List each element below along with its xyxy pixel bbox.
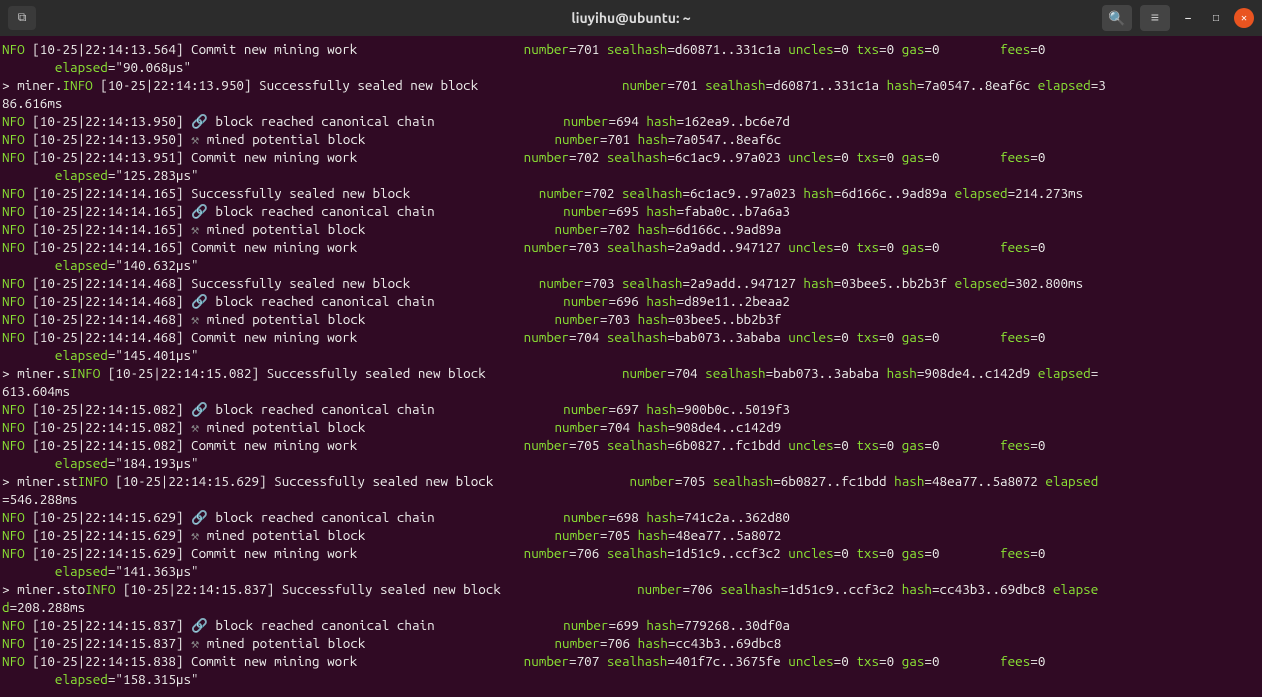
chain-icon: 🔗 <box>191 617 208 633</box>
new-tab-icon: ⧉ <box>18 11 27 25</box>
log-level: NFO <box>2 329 25 345</box>
hammer-icon: ⚒ <box>191 527 199 543</box>
search-button[interactable]: 🔍 <box>1102 5 1132 31</box>
search-icon: 🔍 <box>1108 10 1125 27</box>
close-button[interactable]: ✕ <box>1234 8 1254 28</box>
hammer-icon: ⚒ <box>191 419 199 435</box>
hammer-icon: ⚒ <box>191 311 199 327</box>
chain-icon: 🔗 <box>191 293 208 309</box>
minimize-button[interactable]: ─ <box>1178 8 1198 28</box>
hammer-icon: ⚒ <box>191 635 199 651</box>
log-level: NFO <box>2 239 25 255</box>
minimize-icon: ─ <box>1185 13 1191 24</box>
menu-icon: ≡ <box>1151 9 1159 27</box>
window-titlebar: ⧉ liuyihu@ubuntu: ~ 🔍 ≡ ─ □ ✕ <box>0 0 1262 36</box>
log-level: NFO <box>2 41 25 57</box>
log-level: NFO <box>2 437 25 453</box>
chain-icon: 🔗 <box>191 113 208 129</box>
hammer-icon: ⚒ <box>191 221 199 237</box>
chain-icon: 🔗 <box>191 401 208 417</box>
chain-icon: 🔗 <box>191 203 208 219</box>
new-tab-button[interactable]: ⧉ <box>8 6 36 30</box>
chain-icon: 🔗 <box>191 509 208 525</box>
window-title: liuyihu@ubuntu: ~ <box>571 10 690 26</box>
menu-button[interactable]: ≡ <box>1140 5 1170 31</box>
maximize-button[interactable]: □ <box>1206 8 1226 28</box>
log-level: NFO <box>2 149 25 165</box>
hammer-icon: ⚒ <box>191 131 199 147</box>
close-icon: ✕ <box>1241 12 1247 24</box>
titlebar-right: 🔍 ≡ ─ □ ✕ <box>1102 5 1254 31</box>
log-level: NFO <box>2 545 25 561</box>
maximize-icon: □ <box>1213 12 1219 25</box>
terminal-output[interactable]: NFO [10-25|22:14:13.564] Commit new mini… <box>0 36 1262 697</box>
log-level: NFO <box>2 653 25 669</box>
titlebar-left: ⧉ <box>8 6 36 30</box>
